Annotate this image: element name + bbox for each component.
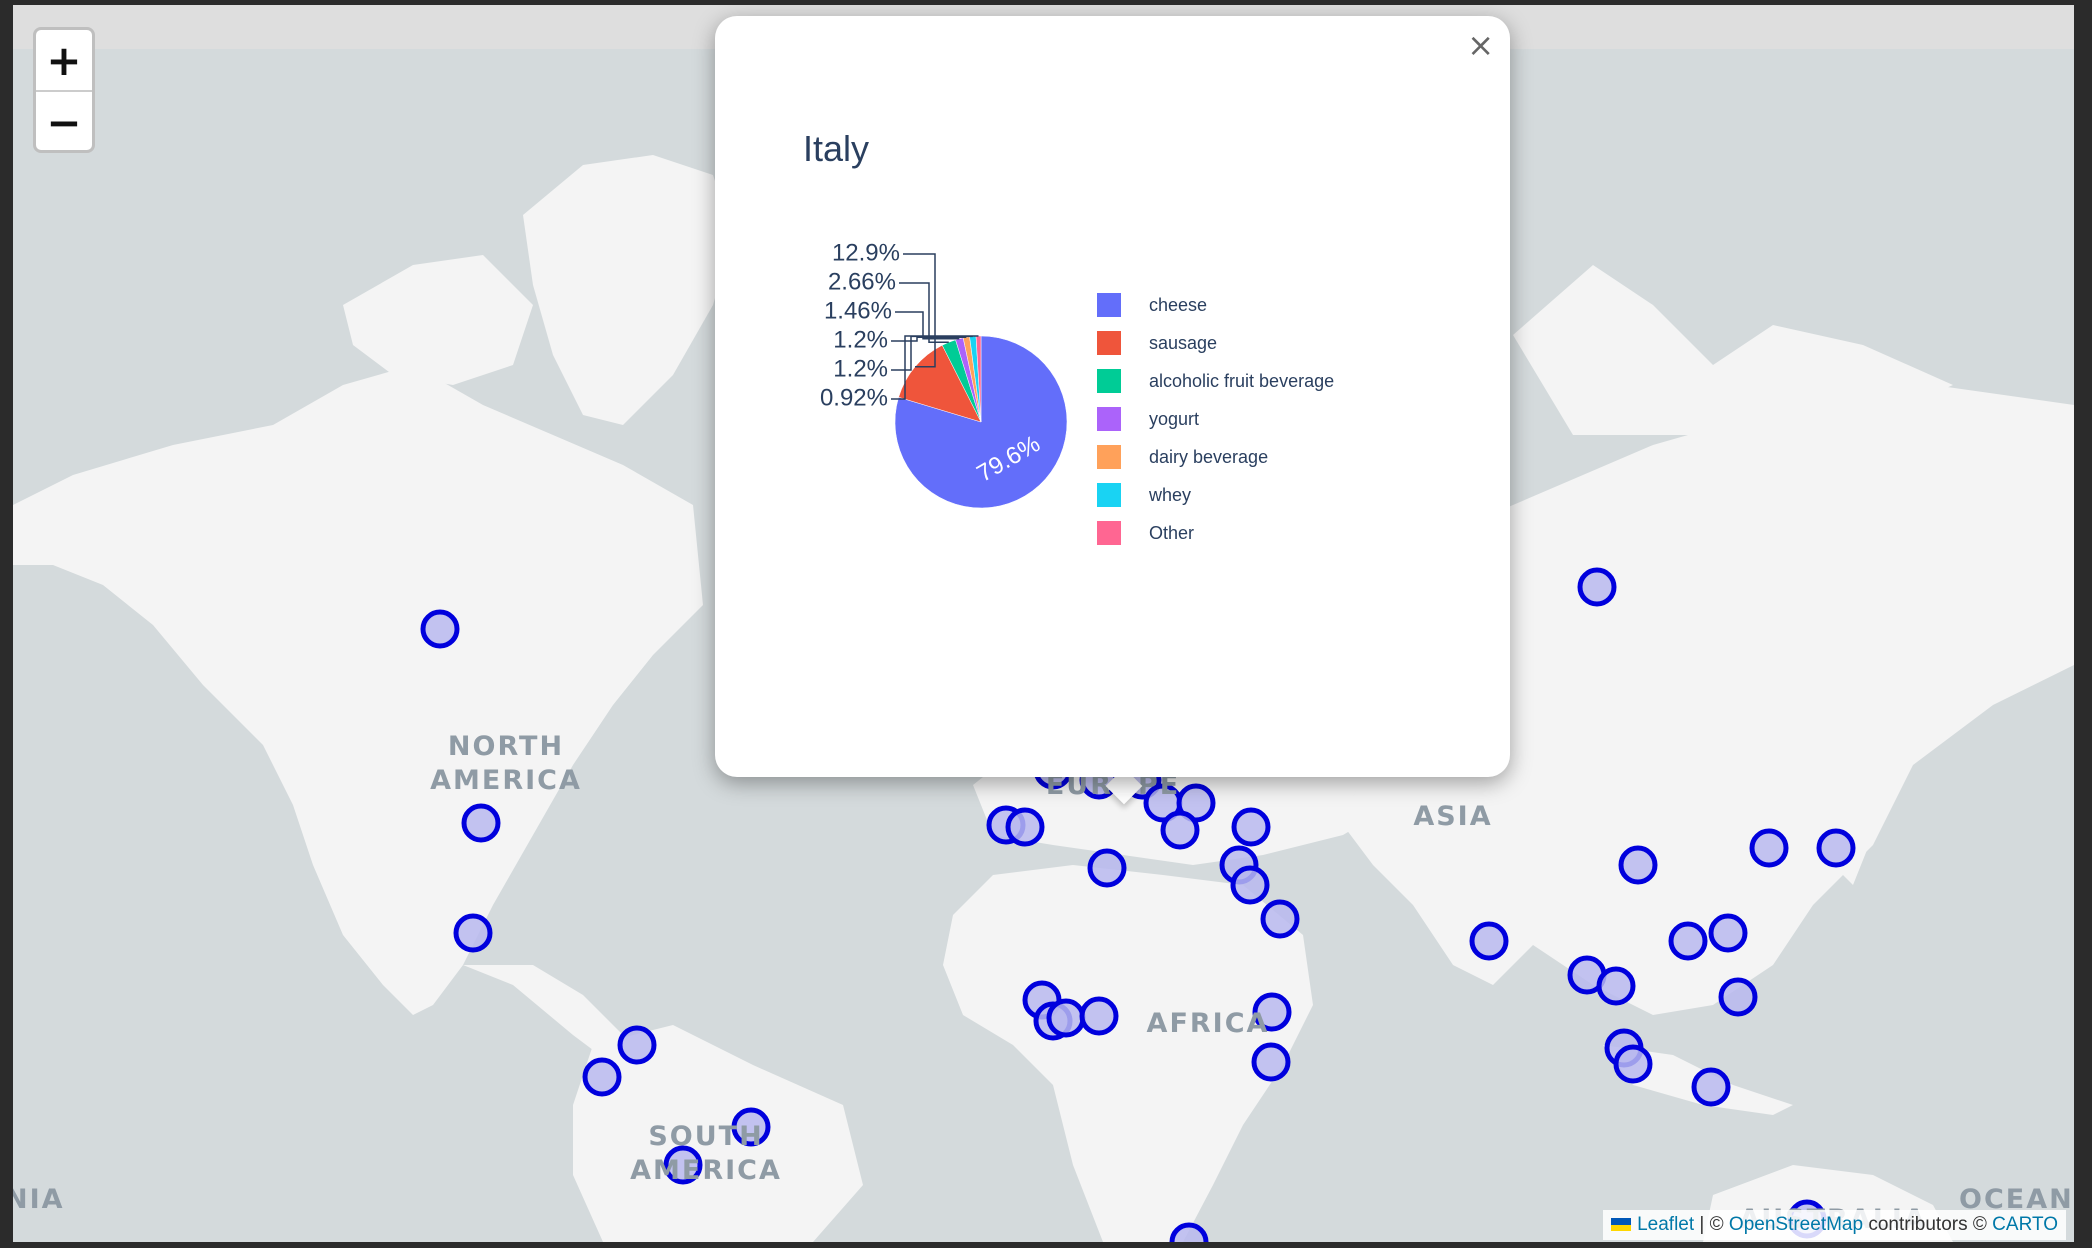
location-marker[interactable] [1260, 899, 1300, 939]
pie-value-label: 1.2% [833, 355, 888, 382]
pie-value-label: 2.66% [828, 268, 896, 295]
legend-item[interactable]: yogurt [1097, 400, 1334, 438]
region-label-north-america: NORTH AMERICA [421, 730, 591, 798]
pie-leader-line [903, 253, 936, 368]
zoom-control: + − [33, 27, 95, 153]
legend-label: sausage [1149, 332, 1218, 353]
legend-label: whey [1149, 484, 1192, 505]
legend-swatch [1097, 407, 1121, 431]
legend-swatch [1097, 521, 1121, 545]
region-label-asia: ASIA [1413, 801, 1493, 832]
legend-item[interactable]: alcoholic fruit beverage [1097, 362, 1334, 400]
pie-chart: 79.6%12.9%2.66%1.46%1.2%1.2%0.92% [820, 239, 1068, 509]
ukraine-flag-icon [1611, 1218, 1632, 1231]
region-label-south-america: SOUTH AMERICA [621, 1120, 791, 1188]
map-popup: × Italy 79.6% 12.9% 2.66% 1.46% 1.2% 1.2% 0.92… [715, 16, 1510, 777]
location-marker[interactable] [1691, 1067, 1731, 1107]
openstreetmap-link[interactable]: OpenStreetMap [1729, 1214, 1863, 1235]
legend-swatch [1097, 369, 1121, 393]
legend-item[interactable]: dairy beverage [1097, 438, 1334, 476]
location-marker[interactable] [1251, 1042, 1291, 1082]
location-marker[interactable] [461, 803, 501, 843]
location-marker[interactable] [1005, 807, 1045, 847]
legend-item[interactable]: cheese [1097, 286, 1334, 324]
region-label-africa: AFRICA [1146, 1008, 1270, 1039]
zoom-out-button[interactable]: − [36, 90, 92, 150]
location-marker[interactable] [1668, 921, 1708, 961]
legend-label: yogurt [1149, 408, 1200, 429]
chart-title: Italy [803, 128, 870, 169]
location-marker[interactable] [1596, 966, 1636, 1006]
zoom-in-button[interactable]: + [36, 30, 92, 90]
pie-value-label: 0.92% [820, 384, 888, 411]
location-marker[interactable] [420, 609, 460, 649]
pie-value-label: 1.2% [833, 326, 888, 353]
location-marker[interactable] [1718, 977, 1758, 1017]
attribution-contributors: contributors © [1863, 1214, 1993, 1235]
legend-swatch [1097, 445, 1121, 469]
location-marker[interactable] [1230, 865, 1270, 905]
location-marker[interactable] [453, 913, 493, 953]
region-label-left-edge: NIA [13, 1184, 65, 1215]
pie-value-label: 1.46% [824, 297, 892, 324]
legend-label: Other [1149, 522, 1195, 543]
map-container[interactable]: + − NORTH AMERICA SOUTH AMERICA EUROPE A… [13, 5, 2074, 1242]
leaflet-link[interactable]: Leaflet [1637, 1214, 1694, 1235]
location-marker[interactable] [1708, 913, 1748, 953]
pie-value-label: 12.9% [832, 239, 900, 266]
location-marker[interactable] [1613, 1044, 1653, 1084]
location-marker[interactable] [1046, 998, 1086, 1038]
location-marker[interactable] [1169, 1222, 1209, 1242]
location-marker[interactable] [1079, 996, 1119, 1036]
location-marker[interactable] [582, 1057, 622, 1097]
location-marker[interactable] [1231, 807, 1271, 847]
region-label-line: NORTH [447, 731, 565, 762]
close-icon[interactable]: × [1467, 26, 1494, 64]
location-marker[interactable] [1816, 828, 1856, 868]
location-marker[interactable] [1160, 810, 1200, 850]
chart-legend: cheese sausage alcoholic fruit beverage yog… [1097, 286, 1334, 552]
location-marker[interactable] [1618, 845, 1658, 885]
carto-link[interactable]: CARTO [1992, 1214, 2058, 1235]
region-label-line: SOUTH [648, 1121, 764, 1152]
legend-label: cheese [1149, 294, 1208, 315]
location-marker[interactable] [617, 1025, 657, 1065]
location-marker[interactable] [1469, 921, 1509, 961]
attribution-separator: | © [1694, 1214, 1729, 1235]
legend-label: alcoholic fruit beverage [1149, 370, 1335, 391]
legend-swatch [1097, 293, 1121, 317]
location-marker[interactable] [1749, 828, 1789, 868]
pie-leader-line [895, 311, 960, 340]
region-label-line: AMERICA [630, 1155, 782, 1186]
legend-swatch [1097, 331, 1121, 355]
location-marker[interactable] [1577, 567, 1617, 607]
legend-item[interactable]: whey [1097, 476, 1334, 514]
region-label-line: AMERICA [430, 765, 582, 796]
map-attribution: Leaflet | © OpenStreetMap contributors ©… [1603, 1210, 2066, 1240]
legend-label: dairy beverage [1149, 446, 1269, 467]
location-marker[interactable] [1087, 848, 1127, 888]
legend-item[interactable]: Other [1097, 514, 1334, 552]
legend-item[interactable]: sausage [1097, 324, 1334, 362]
legend-swatch [1097, 483, 1121, 507]
